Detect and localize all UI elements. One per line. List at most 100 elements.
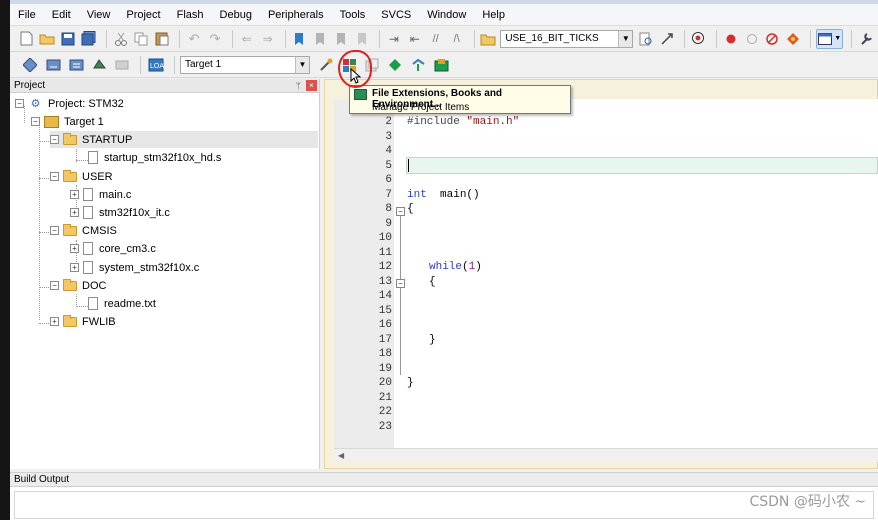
fold-collapse-icon[interactable]: −	[396, 279, 405, 288]
tree-group-user[interactable]: − USER	[50, 168, 113, 185]
batch-build-icon[interactable]	[89, 55, 109, 75]
tree-file[interactable]: + core_cm3.c	[70, 240, 156, 257]
expand-icon[interactable]: +	[70, 263, 79, 272]
horizontal-scrollbar[interactable]: ◀	[334, 448, 878, 462]
code-editor[interactable]: 2 3 4 5 6 7 8 9 10 11 12 13 14 15 16 17 …	[334, 99, 878, 448]
enable-breakpoint-icon[interactable]	[743, 29, 761, 49]
collapse-icon[interactable]: −	[50, 281, 59, 290]
menu-bar: File Edit View Project Flash Debug Perip…	[10, 4, 878, 26]
window-layout-icon[interactable]: ▼	[816, 28, 844, 49]
expand-icon[interactable]: +	[70, 208, 79, 217]
expand-icon[interactable]: +	[70, 244, 79, 253]
folder-icon	[63, 223, 77, 236]
collapse-icon[interactable]: −	[31, 117, 40, 126]
line-number: 22	[378, 406, 392, 418]
collapse-icon[interactable]: −	[15, 99, 24, 108]
clear-bookmarks-icon[interactable]	[353, 29, 371, 49]
menu-flash[interactable]: Flash	[169, 4, 212, 26]
save-all-icon[interactable]	[80, 29, 98, 49]
tree-project-root[interactable]: − ⚙ Project: STM32	[15, 95, 124, 112]
svg-text:LOAD: LOAD	[150, 63, 164, 70]
menu-edit[interactable]: Edit	[44, 4, 79, 26]
tree-group-startup[interactable]: − STARTUP	[50, 131, 318, 148]
close-icon[interactable]: ×	[306, 80, 317, 91]
menu-svcs[interactable]: SVCS	[373, 4, 419, 26]
save-icon[interactable]	[59, 29, 77, 49]
collapse-icon[interactable]: −	[50, 226, 59, 235]
configuration-icon[interactable]	[857, 29, 875, 49]
next-bookmark-icon[interactable]	[332, 29, 350, 49]
fold-collapse-icon[interactable]: −	[396, 207, 405, 216]
build-icon[interactable]	[43, 55, 63, 75]
unindent-icon[interactable]: ⇤	[406, 29, 424, 49]
navigate-back-icon[interactable]: ⇐	[238, 29, 256, 49]
menu-project[interactable]: Project	[118, 4, 168, 26]
download-icon[interactable]: LOAD	[146, 55, 166, 75]
tree-guide	[39, 124, 40, 320]
tree-file[interactable]: + main.c	[70, 186, 131, 203]
collapse-icon[interactable]: −	[50, 135, 59, 144]
uncomment-icon[interactable]: /\	[448, 29, 466, 49]
line-number: 13	[378, 276, 392, 288]
pack-installer-icon[interactable]	[408, 55, 428, 75]
collapse-icon[interactable]: −	[50, 172, 59, 181]
insert-breakpoint-icon[interactable]	[722, 29, 740, 49]
expand-icon[interactable]: +	[70, 190, 79, 199]
select-packs-icon[interactable]	[385, 55, 405, 75]
menu-debug[interactable]: Debug	[212, 4, 260, 26]
tree-group-fwlib[interactable]: + FWLIB	[50, 313, 116, 330]
tree-file[interactable]: + stm32f10x_it.c	[70, 204, 170, 221]
line-number: 18	[378, 348, 392, 360]
target-combo[interactable]: Target 1 ▼	[180, 55, 310, 74]
expand-icon[interactable]: +	[50, 317, 59, 326]
copy-icon[interactable]	[133, 29, 151, 49]
rebuild-icon[interactable]	[66, 55, 86, 75]
define-combo[interactable]: USE_16_BIT_TICKS ▼	[500, 29, 634, 48]
mouse-cursor-icon	[350, 68, 362, 84]
chevron-down-icon[interactable]: ▼	[618, 30, 633, 47]
tree-file[interactable]: startup_stm32f10x_hd.s	[88, 149, 221, 166]
paste-icon[interactable]	[153, 29, 171, 49]
menu-window[interactable]: Window	[419, 4, 474, 26]
insert-bookmark-icon[interactable]	[291, 29, 309, 49]
keyword-int: int	[407, 189, 427, 201]
chevron-down-icon[interactable]: ▼	[295, 56, 309, 73]
target-options-icon[interactable]	[316, 55, 336, 75]
toolbar-tooltip: File Extensions, Books and Environment..…	[349, 85, 571, 114]
redo-icon[interactable]: ↷	[206, 29, 224, 49]
new-file-icon[interactable]	[17, 29, 35, 49]
tree-file[interactable]: readme.txt	[88, 295, 156, 312]
open-file-icon[interactable]	[38, 29, 56, 49]
build-output-text[interactable]	[14, 491, 874, 519]
debug-session-icon[interactable]	[690, 29, 708, 49]
main-signature: main()	[440, 189, 480, 201]
tree-file-label: system_stm32f10x.c	[99, 261, 200, 274]
pin-icon[interactable]: ᛘ	[296, 79, 301, 93]
tree-target[interactable]: − Target 1	[31, 113, 104, 130]
menu-file[interactable]: File	[10, 4, 44, 26]
find-in-files-icon[interactable]	[479, 29, 497, 49]
kill-breakpoints-icon[interactable]	[784, 29, 802, 49]
tree-group-cmsis[interactable]: − CMSIS	[50, 222, 117, 239]
previous-bookmark-icon[interactable]	[311, 29, 329, 49]
cut-icon[interactable]	[112, 29, 130, 49]
comment-icon[interactable]: //	[427, 29, 445, 49]
stop-build-icon[interactable]	[112, 55, 132, 75]
find-icon[interactable]	[637, 29, 655, 49]
incremental-find-icon[interactable]	[658, 29, 676, 49]
navigate-forward-icon[interactable]: ⇒	[259, 29, 277, 49]
menu-tools[interactable]: Tools	[332, 4, 374, 26]
menu-help[interactable]: Help	[474, 4, 513, 26]
menu-view[interactable]: View	[79, 4, 119, 26]
tree-file[interactable]: + system_stm32f10x.c	[70, 259, 199, 276]
menu-peripherals[interactable]: Peripherals	[260, 4, 332, 26]
undo-icon[interactable]: ↶	[185, 29, 203, 49]
scroll-left-icon[interactable]: ◀	[338, 451, 344, 460]
translate-icon[interactable]	[20, 55, 40, 75]
disable-breakpoints-icon[interactable]	[764, 29, 782, 49]
line-number: 20	[378, 377, 392, 389]
keil-ide-window: File Edit View Project Flash Debug Perip…	[10, 0, 878, 520]
indent-icon[interactable]: ⇥	[385, 29, 403, 49]
tree-group-doc[interactable]: − DOC	[50, 277, 106, 294]
pack-installer-secondary-icon[interactable]	[431, 55, 451, 75]
